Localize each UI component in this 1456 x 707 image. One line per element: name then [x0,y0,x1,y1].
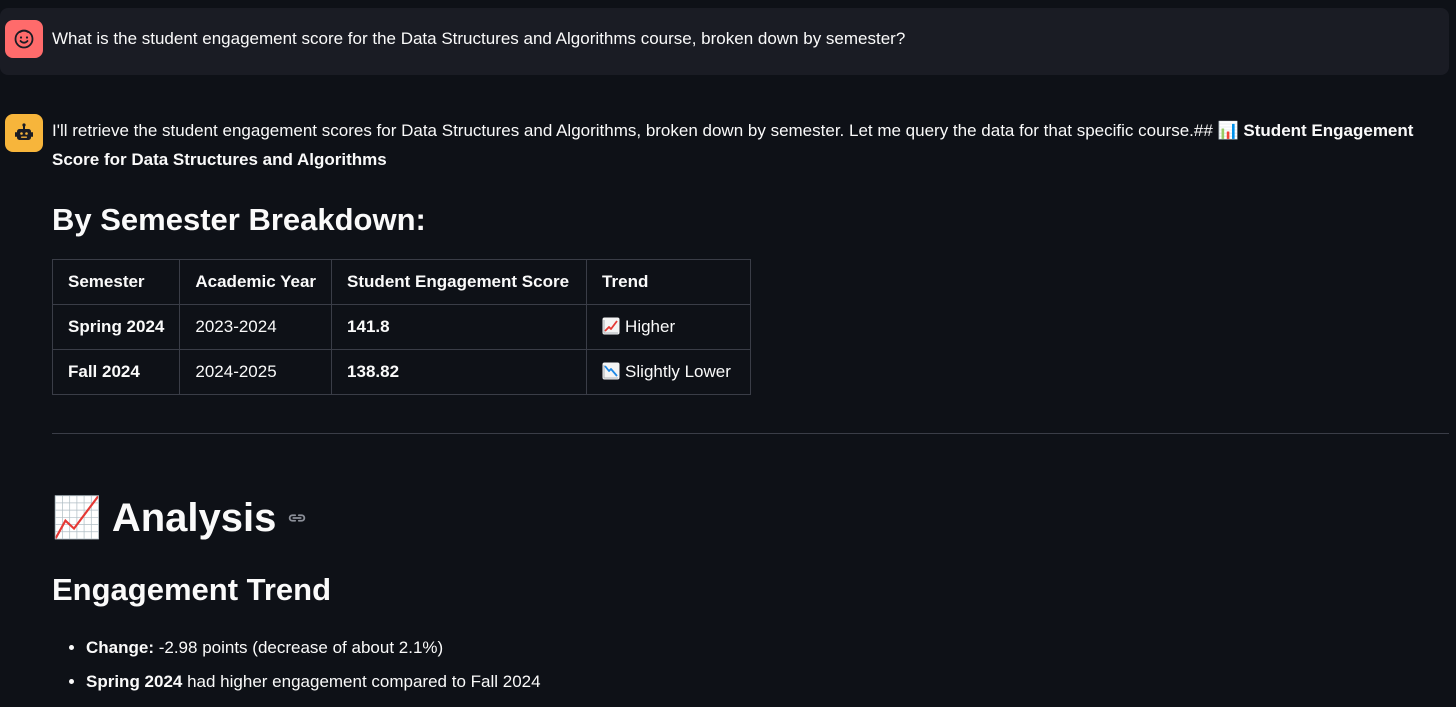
column-header-semester: Semester [51,259,181,305]
cell-trend: Higher [586,304,752,350]
cell-academic-year: 2024-2025 [179,349,333,395]
list-item: Spring 2024 had higher engagement compar… [86,665,541,699]
breakdown-heading: By Semester Breakdown: [52,202,426,237]
chart-increasing-icon: 📈 [52,496,102,540]
bullet-bold: Change: [86,638,154,657]
assistant-avatar [5,114,43,152]
user-message-text: What is the student engagement score for… [52,29,906,48]
cell-semester: Spring 2024 [51,304,181,350]
intro-text: I'll retrieve the student engagement sco… [52,121,1218,140]
cell-academic-year: 2023-2024 [179,304,333,350]
section-divider [52,433,1449,434]
cell-engagement-score: 138.82 [331,349,588,395]
list-item: Change: -2.98 points (decrease of about … [86,631,541,665]
smiley-face-icon [14,29,34,49]
assistant-intro: I'll retrieve the student engagement sco… [52,116,1448,174]
column-header-trend: Trend [586,259,752,305]
analysis-heading: 📈 Analysis [52,494,308,542]
table-header-row: Semester Academic Year Student Engagemen… [51,259,752,305]
trend-bullet-list: Change: -2.98 points (decrease of about … [52,631,541,699]
bullet-text: -2.98 points (decrease of about 2.1%) [154,638,444,657]
engagement-table: Semester Academic Year Student Engagemen… [51,259,752,395]
cell-engagement-score: 141.8 [331,304,588,350]
column-header-academic-year: Academic Year [179,259,333,305]
user-avatar [5,20,43,58]
robot-icon [15,123,33,140]
chart-increasing-icon [602,317,620,335]
analysis-title: Analysis [111,496,277,540]
cell-semester: Fall 2024 [51,349,181,395]
column-header-engagement-score: Student Engagement Score [331,259,588,305]
bar-chart-icon: 📊 [1217,121,1239,140]
trend-label: Higher [625,317,676,336]
table-row: Fall 2024 2024-2025 138.82 Slightly Lowe… [51,349,752,395]
bullet-text: had higher engagement compared to Fall 2… [182,672,541,691]
trend-label: Slightly Lower [625,362,731,381]
chart-decreasing-icon [602,362,620,380]
bullet-bold: Spring 2024 [86,672,183,691]
anchor-link-icon[interactable] [286,507,308,529]
cell-trend: Slightly Lower [586,349,752,395]
engagement-trend-heading: Engagement Trend [52,572,332,607]
table-row: Spring 2024 2023-2024 141.8 Higher [51,304,752,350]
